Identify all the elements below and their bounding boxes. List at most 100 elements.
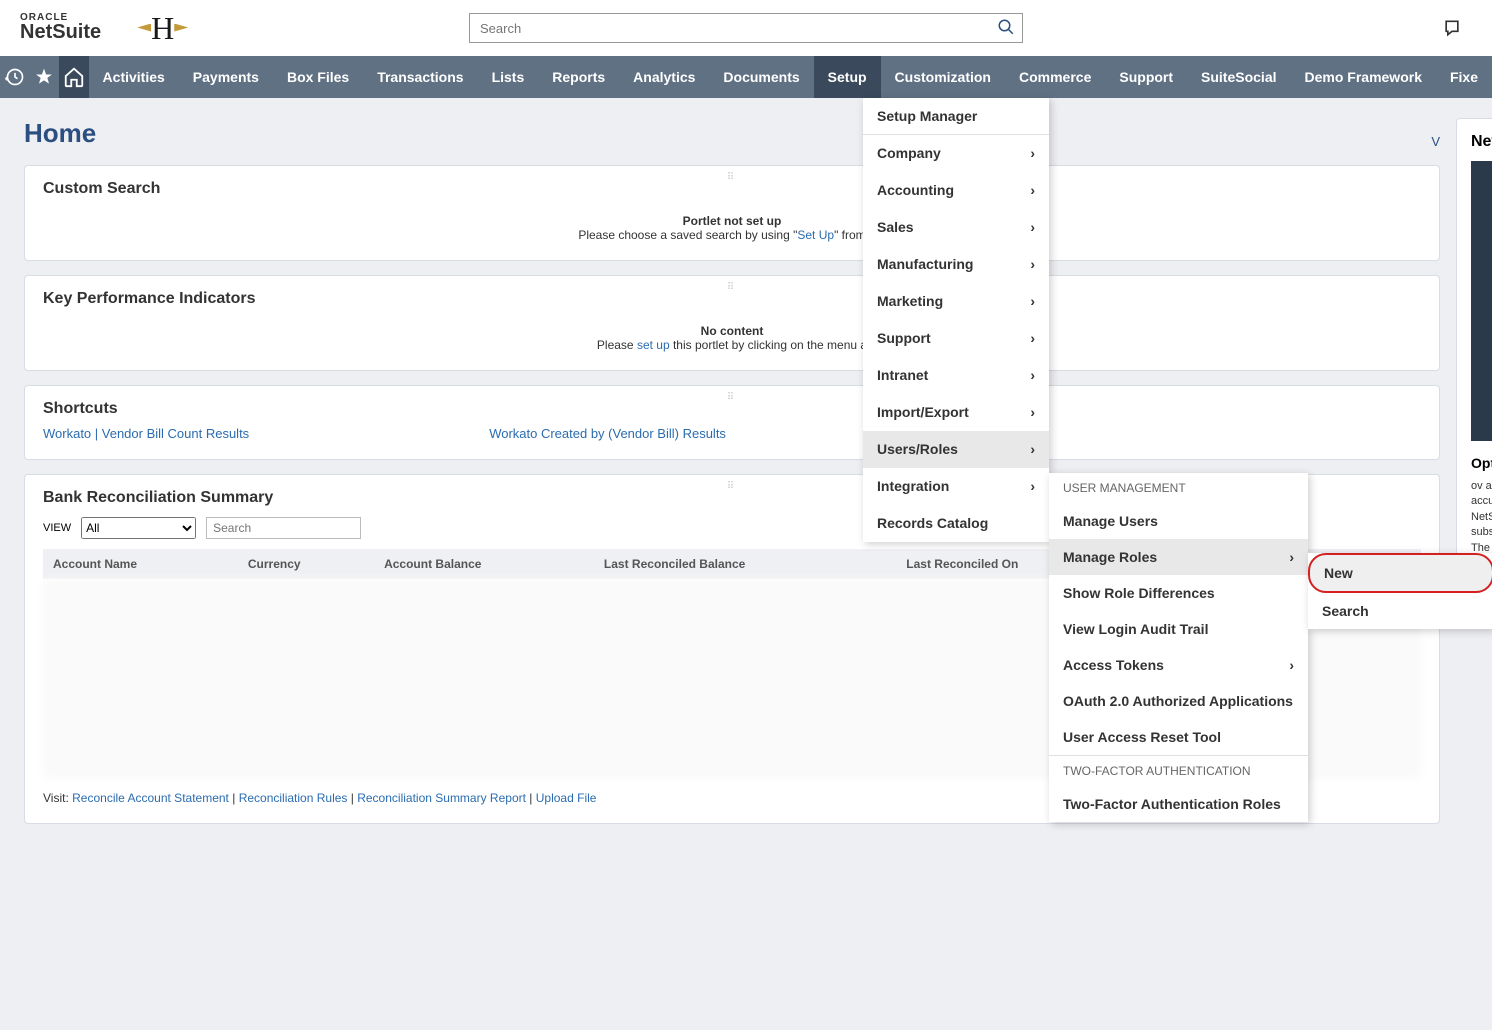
recent-icon[interactable] — [0, 56, 30, 98]
menu-label: Import/Export — [877, 404, 969, 420]
nav-commerce[interactable]: Commerce — [1005, 56, 1105, 98]
nav-support[interactable]: Support — [1105, 56, 1187, 98]
setup-menu-accounting[interactable]: Accounting› — [863, 172, 1049, 209]
msg-prefix: Please — [597, 338, 637, 352]
setup-menu-support[interactable]: Support› — [863, 320, 1049, 357]
col-last-reconciled-balance[interactable]: Last Reconciled Balance — [594, 549, 896, 579]
nav-transactions[interactable]: Transactions — [363, 56, 477, 98]
submenu-manage-roles[interactable]: Manage Roles› — [1049, 539, 1308, 575]
setup-menu-integration[interactable]: Integration› — [863, 468, 1049, 505]
page-title: Home — [24, 118, 96, 149]
setup-menu-sales[interactable]: Sales › — [863, 209, 1049, 246]
chevron-right-icon: › — [1030, 367, 1035, 383]
portlet-message: Portlet not set up Please choose a saved… — [43, 214, 1421, 242]
col-account-name[interactable]: Account Name — [43, 549, 238, 579]
visit-link-2[interactable]: Reconciliation Rules — [239, 791, 348, 805]
manage-roles-new[interactable]: New — [1308, 553, 1492, 593]
menu-label: Intranet — [877, 367, 928, 383]
menu-label: Users/Roles — [877, 441, 958, 457]
drag-handle-icon[interactable]: ⠿ — [727, 481, 737, 492]
page-title-row: Home V — [24, 118, 1440, 165]
menu-label: Marketing — [877, 293, 943, 309]
submenu-header-2fa: TWO-FACTOR AUTHENTICATION — [1049, 755, 1308, 786]
nav-activities[interactable]: Activities — [89, 56, 179, 98]
setup-link[interactable]: Set Up — [797, 228, 834, 242]
nav-setup[interactable]: Setup — [814, 56, 881, 98]
submenu-view-login-audit[interactable]: View Login Audit Trail — [1049, 611, 1308, 647]
home-icon[interactable] — [59, 56, 89, 98]
setup-menu-company[interactable]: Company› — [863, 135, 1049, 172]
menu-label: Sales — [877, 219, 914, 235]
global-search-input[interactable] — [469, 13, 1023, 43]
menu-label: View Login Audit Trail — [1063, 621, 1208, 637]
submenu-access-tokens[interactable]: Access Tokens› — [1049, 647, 1308, 683]
col-account-balance[interactable]: Account Balance — [374, 549, 594, 579]
bank-search-input[interactable] — [206, 517, 361, 539]
page-title-right-link[interactable]: V — [1431, 134, 1440, 149]
top-header: ORACLE NetSuite H — [0, 0, 1492, 56]
drag-handle-icon[interactable]: ⠿ — [727, 282, 737, 293]
logo-netsuite-text: NetSuite — [20, 21, 101, 44]
setup-menu-users-roles[interactable]: Users/Roles› — [863, 431, 1049, 468]
favorites-icon[interactable] — [30, 56, 60, 98]
setup-link[interactable]: set up — [637, 338, 670, 352]
menu-label: Manage Users — [1063, 513, 1158, 529]
setup-menu-manufacturing[interactable]: Manufacturing › — [863, 246, 1049, 283]
nav-payments[interactable]: Payments — [179, 56, 273, 98]
nav-fixed[interactable]: Fixe — [1436, 56, 1492, 98]
setup-menu-records-catalog[interactable]: Records Catalog — [863, 505, 1049, 542]
msg-suffix: this portlet by clicking on the menu a — [670, 338, 867, 352]
nav-reports[interactable]: Reports — [538, 56, 619, 98]
menu-label: Access Tokens — [1063, 657, 1164, 673]
submenu-2fa-roles[interactable]: Two-Factor Authentication Roles — [1049, 786, 1308, 822]
visit-link-1[interactable]: Reconcile Account Statement — [72, 791, 229, 805]
manage-roles-search[interactable]: Search — [1308, 593, 1492, 629]
chevron-right-icon: › — [1030, 404, 1035, 420]
submenu-oauth-apps[interactable]: OAuth 2.0 Authorized Applications — [1049, 683, 1308, 719]
nav-documents[interactable]: Documents — [709, 56, 813, 98]
side-column: New Optim Mana ov an Su etu mappi increa… — [1456, 118, 1492, 838]
setup-menu-import-export[interactable]: Import/Export › — [863, 394, 1049, 431]
visit-link-3[interactable]: Reconciliation Summary Report — [357, 791, 526, 805]
col-currency[interactable]: Currency — [238, 549, 374, 579]
nav-analytics[interactable]: Analytics — [619, 56, 709, 98]
setup-dropdown: Setup Manager Company› Accounting› Sales… — [863, 98, 1049, 542]
menu-label: Two-Factor Authentication Roles — [1063, 796, 1281, 812]
nav-box-files[interactable]: Box Files — [273, 56, 363, 98]
nav-lists[interactable]: Lists — [478, 56, 539, 98]
setup-menu-setup-manager[interactable]: Setup Manager — [863, 98, 1049, 135]
chevron-right-icon: › — [1289, 549, 1294, 565]
menu-label: Accounting — [877, 182, 954, 198]
main-nav: Activities Payments Box Files Transactio… — [0, 56, 1492, 98]
users-roles-submenu: USER MANAGEMENT Manage Users Manage Role… — [1049, 473, 1308, 822]
menu-label: User Access Reset Tool — [1063, 729, 1221, 745]
view-select[interactable]: All — [81, 517, 196, 539]
nav-demo-framework[interactable]: Demo Framework — [1291, 56, 1436, 98]
submenu-manage-users[interactable]: Manage Users — [1049, 503, 1308, 539]
shortcuts-links: Workato | Vendor Bill Count Results Work… — [43, 426, 1421, 441]
chevron-right-icon: › — [1030, 256, 1035, 272]
drag-handle-icon[interactable]: ⠿ — [727, 392, 737, 403]
portlet-message: No content Please set up this portlet by… — [43, 324, 1421, 352]
visit-label: Visit: — [43, 791, 72, 805]
shortcut-link-1[interactable]: Workato | Vendor Bill Count Results — [43, 426, 249, 441]
menu-label: Company — [877, 145, 941, 161]
setup-menu-marketing[interactable]: Marketing› — [863, 283, 1049, 320]
submenu-user-access-reset[interactable]: User Access Reset Tool — [1049, 719, 1308, 755]
oracle-netsuite-logo[interactable]: ORACLE NetSuite — [20, 12, 101, 44]
nav-suitesocial[interactable]: SuiteSocial — [1187, 56, 1290, 98]
side-portlet-title: New — [1471, 133, 1492, 151]
shortcut-link-2[interactable]: Workato Created by (Vendor Bill) Results — [489, 426, 726, 441]
header-right-icons — [1442, 18, 1462, 38]
search-icon[interactable] — [997, 18, 1015, 39]
kpi-portlet: ⠿ Key Performance Indicators No content … — [24, 275, 1440, 371]
company-logo-h[interactable]: H — [151, 10, 174, 47]
feedback-icon[interactable] — [1442, 18, 1462, 38]
visit-link-4[interactable]: Upload File — [536, 791, 597, 805]
submenu-show-role-diff[interactable]: Show Role Differences — [1049, 575, 1308, 611]
menu-label: Manufacturing — [877, 256, 973, 272]
drag-handle-icon[interactable]: ⠿ — [727, 172, 737, 183]
chevron-right-icon: › — [1030, 219, 1035, 235]
nav-customization[interactable]: Customization — [881, 56, 1005, 98]
setup-menu-intranet[interactable]: Intranet › — [863, 357, 1049, 394]
